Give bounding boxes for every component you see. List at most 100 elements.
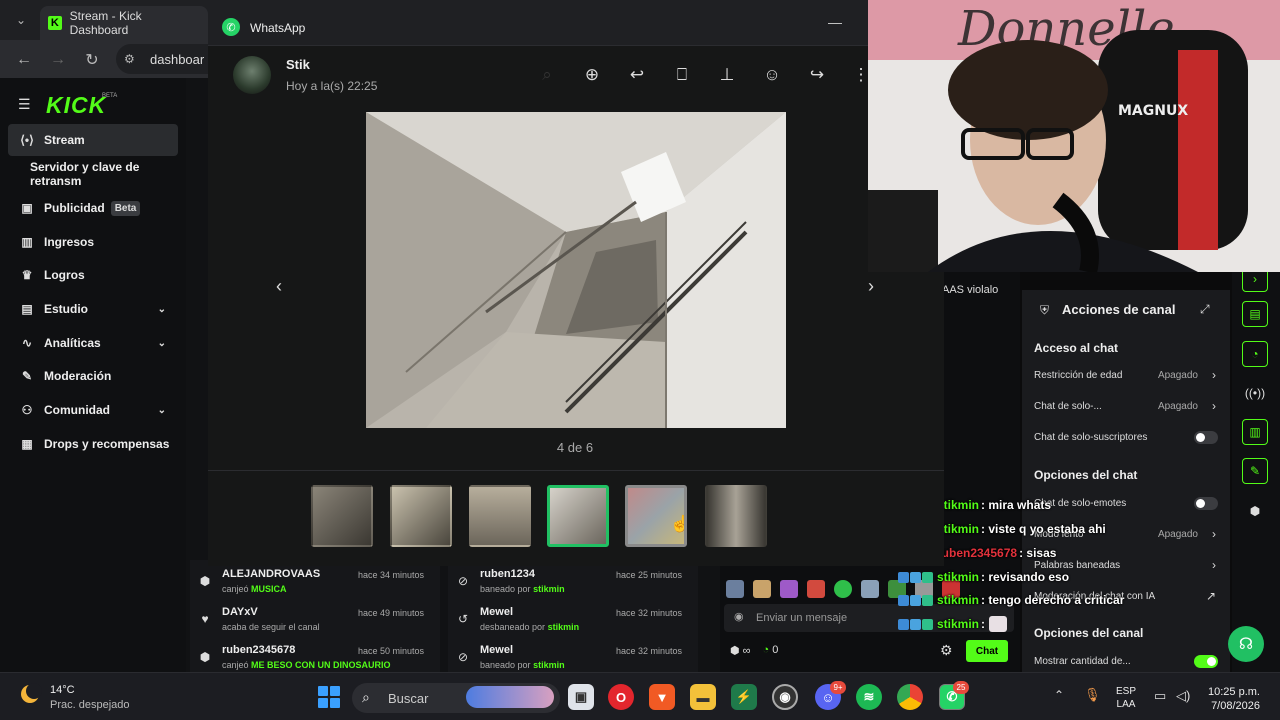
media-thumbnail-active[interactable] (547, 485, 609, 547)
contact-name[interactable]: Stik (286, 57, 310, 72)
sidebar-item-drops[interactable]: ▦ Drops y recompensas (8, 428, 178, 460)
forward-icon[interactable]: ↪ (806, 64, 828, 86)
language-indicator[interactable]: ESP LAA (1116, 685, 1136, 711)
rail-community-icon[interactable]: ⬢ (1242, 498, 1268, 524)
sidebar-item-analytics[interactable]: ∿ Analíticas ⌄ (8, 327, 178, 359)
chat-footer-stats: ⬢ ∞ ◔ 0 (730, 644, 778, 657)
reload-icon[interactable]: ↻ (82, 50, 102, 70)
emote-icon[interactable] (726, 580, 744, 598)
next-media-button[interactable]: › (857, 272, 885, 300)
media-thumbnail[interactable] (311, 485, 373, 547)
media-thumbnail[interactable] (469, 485, 531, 547)
show-count-row[interactable]: Mostrar cantidad de... (1034, 652, 1220, 672)
tab-search-dropdown[interactable]: ⌄ (10, 10, 32, 30)
previous-media-button[interactable]: ‹ (265, 272, 293, 300)
chevron-down-icon: ⌄ (157, 337, 166, 349)
emotes-only-toggle[interactable] (1194, 497, 1218, 510)
volume-icon[interactable]: ◁) (1176, 688, 1190, 704)
sidebar-item-community[interactable]: ⚇ Comunidad ⌄ (8, 394, 178, 426)
media-thumbnail[interactable] (390, 485, 452, 547)
feed-row[interactable]: ⊘ ruben1234 baneado por stikmin hace 25 … (448, 564, 688, 602)
kick-studio-icon[interactable]: ⚡ (731, 684, 757, 710)
start-tile (318, 698, 328, 708)
pin-icon[interactable]: ⊥ (716, 64, 738, 86)
chrome-icon[interactable] (897, 684, 923, 710)
network-icon[interactable]: ▭ (1154, 688, 1166, 704)
spotify-icon[interactable]: ≋ (856, 684, 882, 710)
reply-icon[interactable]: ↩ (626, 64, 648, 86)
forward-arrow-icon[interactable]: → (48, 50, 68, 70)
zoom-in-icon[interactable]: ⊕ (581, 64, 603, 86)
search-highlight-image[interactable] (466, 686, 554, 708)
contact-avatar[interactable] (233, 56, 271, 94)
feed-row[interactable]: ↺ Mewel desbaneado por stikmin hace 32 m… (448, 602, 688, 640)
sidebar-item-moderation[interactable]: ✎ Moderación (8, 360, 178, 392)
rail-wrench-icon[interactable]: ✎ (1242, 458, 1268, 484)
browser-tab-title: Stream - Kick Dashboard (69, 9, 142, 37)
emoji-react-icon[interactable]: ☺ (761, 64, 783, 86)
viewers-infinity-icon[interactable]: ⬢ ∞ (730, 644, 751, 657)
followers-only-row[interactable]: Chat de solo-... Apagado › (1034, 397, 1220, 417)
chat-settings-gear-icon[interactable]: ⚙ (940, 642, 953, 659)
subscribers-only-row[interactable]: Chat de solo-suscriptores (1034, 428, 1220, 448)
age-restriction-row[interactable]: Restricción de edad Apagado › (1034, 366, 1220, 386)
emote-icon[interactable] (861, 580, 879, 598)
back-arrow-icon[interactable]: ← (14, 50, 34, 70)
chevron-right-icon: › (1212, 368, 1216, 382)
floating-headset-button[interactable]: ☊ (1228, 626, 1264, 662)
feed-row[interactable]: ♥ DAYxV acaba de seguir el canal hace 49… (190, 602, 430, 640)
chat-send-button[interactable]: Chat (966, 640, 1008, 662)
sidebar-item-revenue[interactable]: ▥ Ingresos (8, 226, 178, 258)
browser-tab[interactable]: K Stream - Kick Dashboard (40, 6, 208, 40)
windows-start-button[interactable] (318, 686, 340, 708)
emote-icon[interactable] (807, 580, 825, 598)
sidebar-item-ads[interactable]: ▣ Publicidad Beta (8, 192, 178, 224)
stairwell-photo[interactable] (366, 112, 786, 428)
rail-broadcast-icon[interactable]: ((•)) (1242, 380, 1268, 406)
message-timestamp: Hoy a la(s) 22:25 (286, 79, 378, 93)
option-label: Chat de solo-... (1034, 401, 1102, 412)
file-explorer-icon[interactable]: ▬ (690, 684, 716, 710)
minimize-button[interactable]: — (828, 14, 844, 30)
media-thumbnail[interactable] (705, 485, 767, 547)
obs-icon[interactable]: ◉ (772, 684, 798, 710)
rail-notes-icon[interactable]: ▤ (1242, 301, 1268, 327)
tray-overflow-chevron-icon[interactable]: ⌃ (1054, 688, 1064, 702)
feed-action-text: baneado por (480, 660, 531, 670)
emote-icon[interactable] (834, 580, 852, 598)
rail-dashboard-icon[interactable]: ▥ (1242, 419, 1268, 445)
weather-moon-icon[interactable] (18, 682, 42, 706)
emote-icon[interactable] (753, 580, 771, 598)
feed-row[interactable]: ⬢ ALEJANDROVAAS canjeó MUSICA hace 34 mi… (190, 564, 430, 602)
emoji-icon[interactable]: ◉ (734, 610, 744, 623)
show-count-toggle[interactable] (1194, 655, 1218, 668)
points-icon: ◔ (762, 644, 770, 656)
microphone-icon[interactable]: 🎙︎ (1084, 687, 1101, 703)
kick-logo[interactable]: KICK (46, 92, 106, 119)
user-badges (898, 594, 933, 606)
sidebar-item-server-key[interactable]: Servidor y clave de retransm (8, 158, 178, 190)
sidebar-item-stream[interactable]: ⟨•⟩ Stream (8, 124, 178, 156)
menu-hamburger-icon[interactable]: ☰ (18, 96, 32, 113)
badge-icon (910, 571, 921, 583)
sidebar-item-achievements[interactable]: ♛ Logros (8, 259, 178, 291)
weather-description[interactable]: Prac. despejado (50, 699, 130, 711)
emote-icon[interactable] (780, 580, 798, 598)
channel-points[interactable]: ◔ 0 (763, 644, 779, 657)
opera-icon[interactable]: O (608, 684, 634, 710)
rail-chat-icon[interactable]: ◔ (1242, 341, 1268, 367)
bookmark-icon[interactable]: ⎕ (671, 64, 693, 86)
system-clock[interactable]: 10:25 p.m. 7/08/2026 (1202, 685, 1260, 713)
feed-time: hace 32 minutos (615, 646, 682, 656)
shield-icon: ⛨ (1040, 303, 1050, 317)
task-view-icon[interactable]: ▣ (568, 684, 594, 710)
emotes-only-row[interactable]: Chat de solo-emotes (1034, 494, 1220, 514)
chat-text: : viste q yo estaba ahi (981, 522, 1106, 536)
weather-temperature[interactable]: 14°C (50, 684, 75, 696)
site-settings-icon[interactable]: ⚙ (124, 52, 135, 66)
sidebar-item-studio[interactable]: ▤ Estudio ⌄ (8, 293, 178, 325)
popout-icon[interactable]: ⤢ (1200, 302, 1210, 317)
media-thumbnail[interactable]: ☝ (625, 485, 687, 547)
brave-icon[interactable]: ▼ (649, 684, 675, 710)
subscribers-only-toggle[interactable] (1194, 431, 1218, 444)
